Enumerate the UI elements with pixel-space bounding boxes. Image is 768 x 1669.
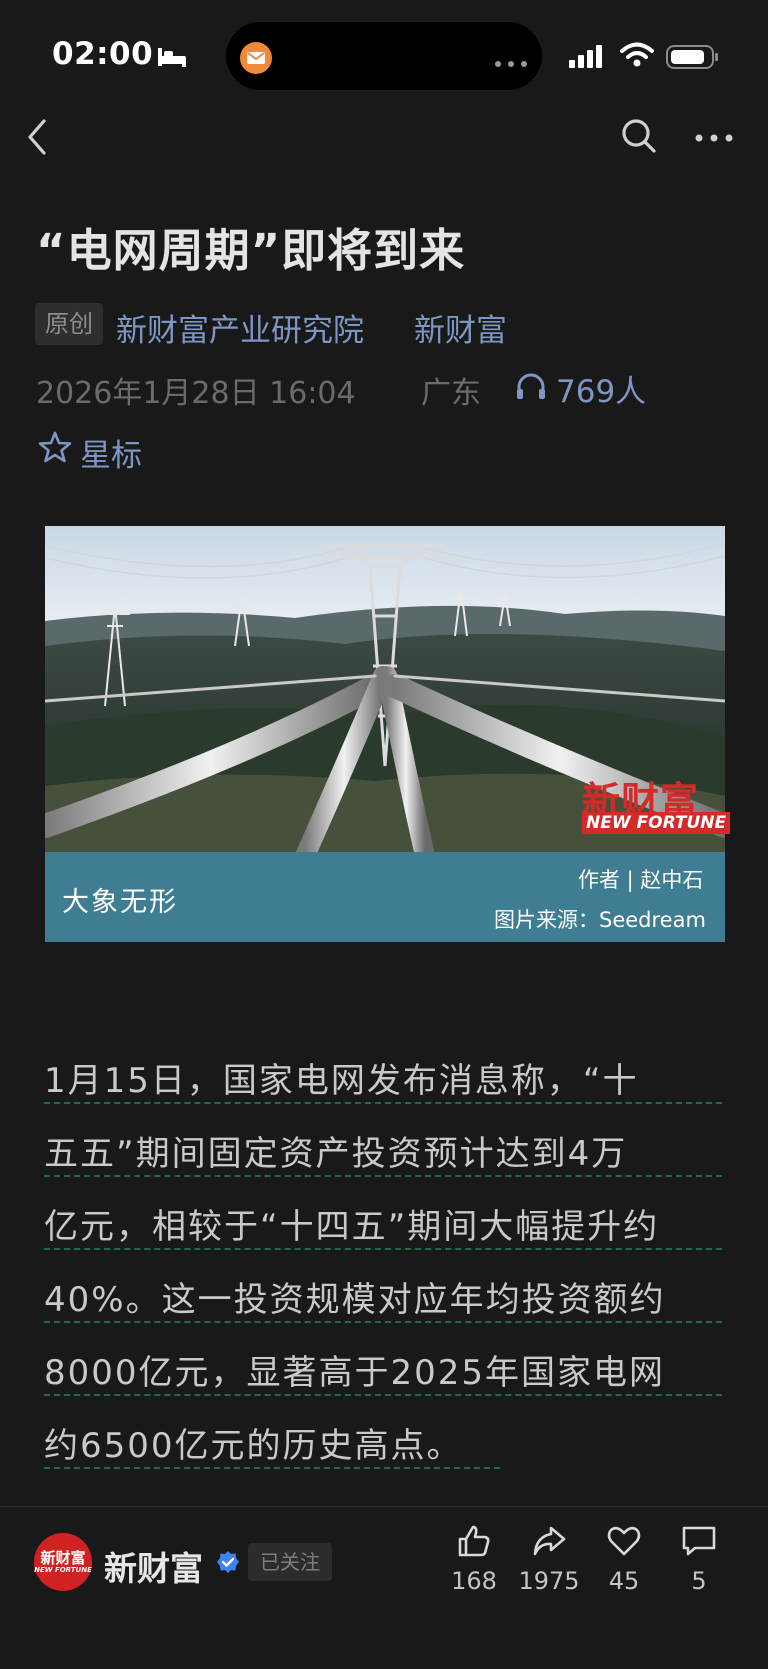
more-dots-icon [494,53,528,72]
bottom-bar-divider [0,1506,768,1507]
paragraph-line[interactable]: 40%。这一投资规模对应年均投资额约 [44,1272,666,1328]
listen-count[interactable]: 769人 [556,366,646,411]
paragraph-line[interactable]: 8000亿元，显著高于2025年国家电网 [44,1345,665,1401]
paragraph-underline [44,1175,722,1177]
favorite-button[interactable]: 45 [584,1523,664,1595]
account-name[interactable]: 新财富 [104,1542,203,1590]
cover-image-credit: 图片来源：Seedream [494,908,706,932]
share-count: 1975 [518,1567,580,1595]
comment-button[interactable]: 5 [659,1523,739,1595]
comment-icon [682,1526,716,1556]
cellular-signal-icon [569,44,609,72]
publish-location: 广东 [421,376,481,411]
verified-icon [216,1550,240,1578]
brand-watermark-en: NEW FORTUNE [582,812,731,834]
share-button[interactable]: 1975 [509,1523,589,1595]
cover-author: 作者 | 赵中石 [578,868,704,892]
back-icon[interactable] [26,118,48,160]
comment-count: 5 [691,1567,707,1595]
wifi-icon [620,42,654,72]
paragraph-line[interactable]: 五五”期间固定资产投资预计达到4万 [44,1126,627,1182]
battery-icon [666,44,720,74]
source-link-primary[interactable]: 新财富产业研究院 [116,305,364,350]
more-options-icon[interactable] [694,128,734,147]
follow-status-button[interactable]: 已关注 [248,1543,332,1581]
paragraph-underline [44,1394,722,1396]
like-button[interactable]: 168 [434,1523,514,1595]
source-link-secondary[interactable]: 新财富 [414,305,507,350]
account-avatar[interactable]: 新财富 NEW FORTUNE [34,1533,92,1591]
paragraph-underline [44,1321,722,1323]
avatar-text-cn: 新财富 [40,1548,86,1567]
article-title: “电网周期”即将到来 [36,224,466,277]
avatar-text-en: NEW FORTUNE [34,1565,92,1574]
original-badge: 原创 [35,303,103,345]
paragraph-line[interactable]: 约6500亿元的历史高点。 [44,1418,463,1474]
publish-date: 2026年1月28日 16:04 [36,376,356,411]
search-icon[interactable] [620,117,658,159]
paragraph-line[interactable]: 亿元，相较于“十四五”期间大幅提升约 [44,1199,659,1255]
paragraph-underline [44,1467,500,1469]
paragraph-underline [44,1102,722,1104]
status-time: 02:00 [52,36,154,72]
like-count: 168 [451,1567,497,1595]
thumbs-up-icon [458,1525,490,1557]
sleep-focus-icon [157,46,187,72]
heart-icon [607,1526,641,1556]
favorite-count: 45 [608,1567,640,1595]
mail-icon[interactable] [240,42,272,74]
paragraph-line[interactable]: 1月15日，国家电网发布消息称，“十 [44,1053,639,1109]
star-icon[interactable] [38,430,72,468]
paragraph-underline [44,1248,722,1250]
headphones-icon[interactable] [515,372,547,406]
share-icon [533,1526,566,1556]
cover-banner-title: 大象无形 [62,887,178,918]
star-label[interactable]: 星标 [80,430,142,475]
